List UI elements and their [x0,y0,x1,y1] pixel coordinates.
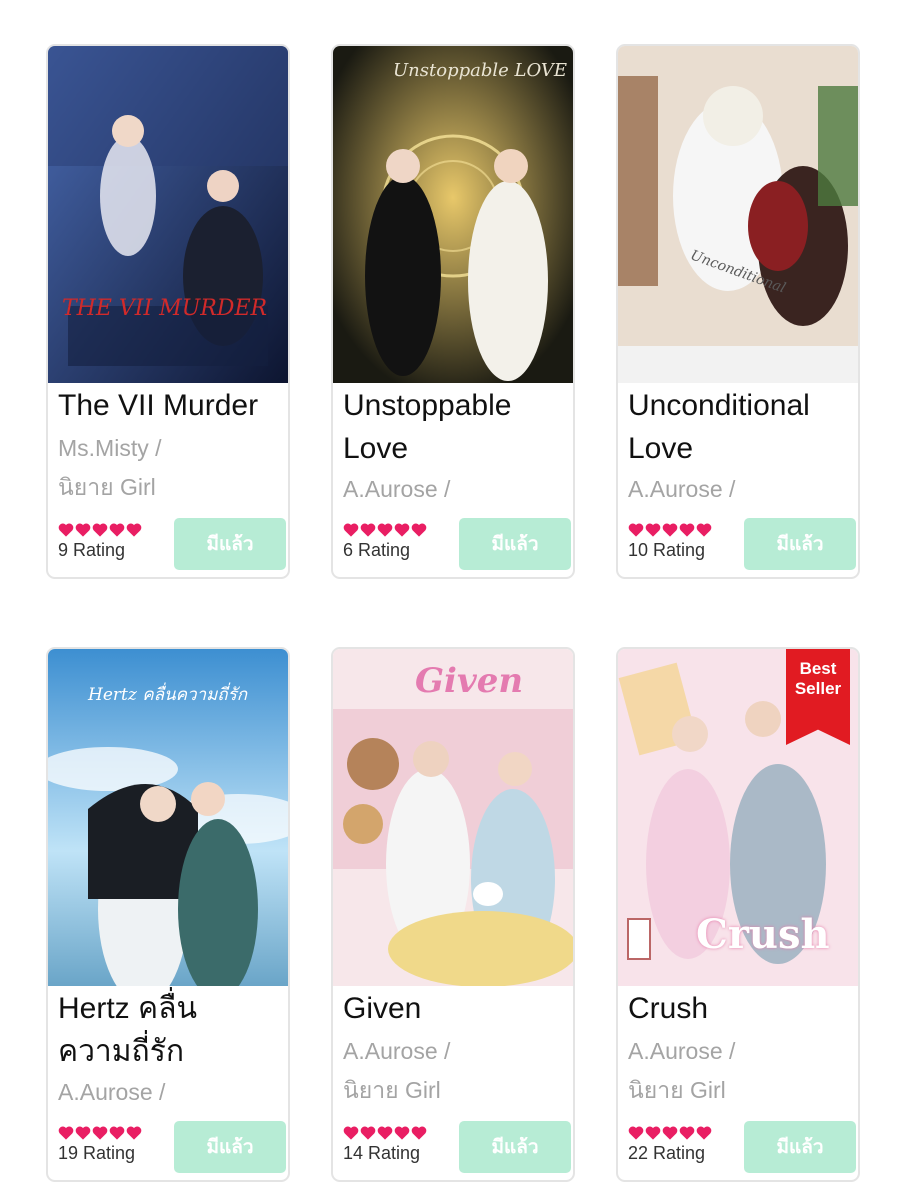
heart-icon [696,523,712,537]
heart-icon [411,523,427,537]
book-title-line1: Crush [628,992,709,1025]
book-title-line2: Love [343,432,409,465]
owned-button[interactable]: มีแล้ว [174,518,286,570]
book-card-2[interactable]: Unstoppable LOVE Unstoppable Love A.Auro… [331,44,575,579]
book-title[interactable]: Crush [628,987,856,1030]
book-title-line1: Hertz คลื่น [58,992,197,1025]
book-card-4[interactable]: Hertz คลื่นความถี่รัก Hertz คลื่น ความถี… [46,647,290,1182]
heart-icon [75,523,91,537]
cover-title-text: Given [415,661,524,701]
book-title[interactable]: Unconditional Love [628,384,856,470]
heart-icon [696,1126,712,1140]
heart-icon [360,523,376,537]
heart-icon [377,523,393,537]
heart-icon [628,523,644,537]
heart-icon [662,523,678,537]
rating-hearts [58,522,142,540]
book-cover-image[interactable]: Hertz คลื่นความถี่รัก [48,649,288,986]
book-title-line1: Unstoppable [343,389,512,422]
heart-icon [645,523,661,537]
book-cover-image[interactable]: Unconditional [618,46,858,383]
owned-button[interactable]: มีแล้ว [459,518,571,570]
heart-icon [679,1126,695,1140]
owned-button[interactable]: มีแล้ว [174,1121,286,1173]
book-title-line2: Love [628,432,694,465]
book-author[interactable]: A.Aurose / [58,1073,286,1112]
cover-title-text: Unstoppable LOVE [393,60,568,81]
owned-button[interactable]: มีแล้ว [459,1121,571,1173]
book-title[interactable]: Given [343,987,571,1030]
heart-icon [58,1126,74,1140]
book-author[interactable]: A.Aurose / [628,1032,856,1071]
book-title-line2: ความถี่รัก [58,1035,184,1068]
heart-icon [109,1126,125,1140]
rating-count: 10 Rating [628,540,706,560]
book-card-5[interactable]: Given Given A.Aurose / นิยาย Girl 14 Rat… [331,647,575,1182]
book-author[interactable]: Ms.Misty / [58,429,286,468]
book-card-3[interactable]: Unconditional Unconditional Love A.Auros… [616,44,860,579]
book-cover-image[interactable]: Unstoppable LOVE [333,46,573,383]
heart-icon [343,1126,359,1140]
book-title-line1: Unconditional [628,389,810,422]
heart-icon [343,523,359,537]
cover-title-text: THE VII MURDER [62,296,268,321]
heart-icon [92,1126,108,1140]
cover-title-text: Crush [696,911,830,958]
owned-button[interactable]: มีแล้ว [744,518,856,570]
book-cover-image[interactable]: THE VII MURDER [48,46,288,383]
book-cover-image[interactable]: Given [333,649,573,986]
book-category[interactable]: นิยาย Girl [58,468,286,507]
heart-icon [377,1126,393,1140]
heart-icon [628,1126,644,1140]
book-card-1[interactable]: THE VII MURDER The VII Murder Ms.Misty /… [46,44,290,579]
rating-hearts [628,522,712,540]
book-cover-image[interactable]: Crush Best Seller [618,649,858,986]
rating-count: 14 Rating [343,1143,421,1163]
book-title[interactable]: The VII Murder [58,384,286,427]
heart-icon [58,523,74,537]
book-title-line1: The VII Murder [58,389,259,422]
book-category[interactable]: นิยาย Girl [343,1071,571,1110]
heart-icon [126,1126,142,1140]
owned-button[interactable]: มีแล้ว [744,1121,856,1173]
heart-icon [126,523,142,537]
rating-count: 22 Rating [628,1143,706,1163]
heart-icon [109,523,125,537]
book-title[interactable]: Unstoppable Love [343,384,571,470]
rating-hearts [343,1125,427,1143]
book-author[interactable]: A.Aurose / [343,1032,571,1071]
rating-count: 19 Rating [58,1143,136,1163]
heart-icon [92,523,108,537]
heart-icon [394,1126,410,1140]
rating-hearts [628,1125,712,1143]
heart-icon [360,1126,376,1140]
book-card-6[interactable]: Crush Best Seller Crush A.Aurose / นิยาย… [616,647,860,1182]
rating-count: 9 Rating [58,540,126,560]
heart-icon [679,523,695,537]
book-category[interactable]: นิยาย Girl [628,1071,856,1110]
book-title-line1: Given [343,992,422,1025]
heart-icon [75,1126,91,1140]
rating-count: 6 Rating [343,540,411,560]
book-author[interactable]: A.Aurose / [628,470,856,509]
rating-hearts [58,1125,142,1143]
heart-icon [394,523,410,537]
heart-icon [645,1126,661,1140]
cover-title-text: Hertz คลื่นความถี่รัก [88,685,248,705]
heart-icon [662,1126,678,1140]
rating-hearts [343,522,427,540]
heart-icon [411,1126,427,1140]
book-author[interactable]: A.Aurose / [343,470,571,509]
book-title[interactable]: Hertz คลื่น ความถี่รัก [58,987,286,1073]
